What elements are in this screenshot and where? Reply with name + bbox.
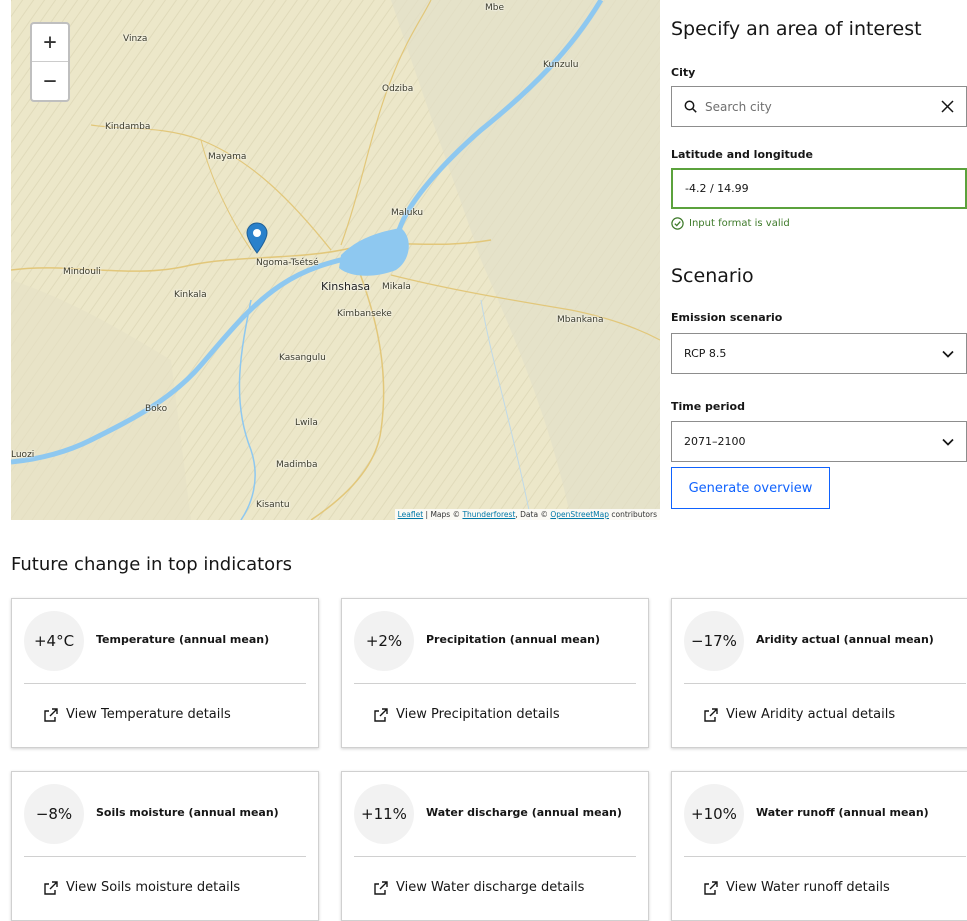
indicator-card: −17% Aridity actual (annual mean) View A…: [671, 598, 967, 748]
indicator-card: −8% Soils moisture (annual mean) View So…: [11, 771, 319, 921]
external-link-icon: [374, 707, 388, 722]
latlon-value: -4.2 / 14.99: [685, 182, 749, 195]
divider: [24, 856, 306, 857]
indicator-name: Precipitation (annual mean): [426, 633, 600, 646]
area-panel: Specify an area of interest City Search …: [671, 0, 967, 520]
attribution-text-2: , Data ©: [515, 510, 551, 519]
indicator-name: Aridity actual (annual mean): [756, 633, 934, 646]
emission-select[interactable]: RCP 8.5: [671, 333, 967, 374]
external-link-icon: [44, 880, 58, 895]
indicator-value: +10%: [684, 784, 744, 844]
divider: [684, 856, 966, 857]
period-label: Time period: [671, 400, 745, 413]
close-icon[interactable]: [941, 100, 954, 113]
map-attribution: Leaflet | Maps © Thunderforest, Data © O…: [394, 509, 660, 520]
city-search-input[interactable]: Search city: [671, 86, 967, 127]
zoom-in-button[interactable]: +: [32, 24, 68, 62]
indicator-card: +10% Water runoff (annual mean) View Wat…: [671, 771, 967, 921]
indicator-details-link[interactable]: View Aridity actual details: [704, 707, 895, 722]
place-kunzulu: Kunzulu: [543, 60, 579, 70]
place-luozi: Luozi: [11, 450, 35, 460]
latlon-label: Latitude and longitude: [671, 148, 813, 161]
place-odziba: Odziba: [382, 84, 414, 94]
map-terrain: [11, 0, 660, 520]
validation-message: Input format is valid: [671, 217, 790, 230]
generate-overview-button[interactable]: Generate overview: [671, 467, 830, 509]
checkmark-circle-icon: [671, 217, 684, 230]
place-mbankana: Mbankana: [557, 315, 604, 325]
place-vinza: Vinza: [123, 34, 148, 44]
place-kindamba: Kindamba: [105, 122, 151, 132]
divider: [24, 683, 306, 684]
indicator-card: +4°C Temperature (annual mean) View Temp…: [11, 598, 319, 748]
period-value: 2071–2100: [684, 435, 746, 448]
location-marker-icon[interactable]: [246, 222, 268, 254]
place-madimba: Madimba: [276, 460, 318, 470]
attribution-text-3: contributors: [609, 510, 657, 519]
divider: [684, 683, 966, 684]
indicator-name: Temperature (annual mean): [96, 633, 270, 646]
place-lwila: Lwila: [295, 418, 318, 428]
indicator-details-text: View Water discharge details: [396, 880, 585, 895]
indicator-name: Water runoff (annual mean): [756, 806, 929, 819]
indicator-value: +2%: [354, 611, 414, 671]
place-kinshasa: Kinshasa: [321, 280, 371, 293]
indicator-details-text: View Aridity actual details: [726, 707, 896, 722]
indicator-details-text: View Precipitation details: [396, 707, 560, 722]
indicator-details-link[interactable]: View Precipitation details: [374, 707, 560, 722]
thunderforest-link[interactable]: Thunderforest: [462, 510, 515, 519]
indicator-value: +4°C: [24, 611, 84, 671]
indicator-details-text: View Temperature details: [66, 707, 231, 722]
place-maluku: Maluku: [391, 208, 424, 218]
indicator-details-link[interactable]: View Water discharge details: [374, 880, 584, 895]
place-mbe: Mbe: [485, 3, 505, 13]
search-icon: [684, 100, 697, 113]
latlon-input[interactable]: -4.2 / 14.99: [671, 168, 967, 209]
period-select[interactable]: 2071–2100: [671, 421, 967, 462]
area-title: Specify an area of interest: [671, 18, 922, 40]
indicator-value: +11%: [354, 784, 414, 844]
chevron-down-icon: [942, 438, 954, 446]
place-mikala: Mikala: [382, 282, 411, 292]
scenario-title: Scenario: [671, 265, 754, 287]
indicator-details-link[interactable]: View Temperature details: [44, 707, 231, 722]
attribution-text-1: | Maps ©: [423, 510, 463, 519]
external-link-icon: [704, 707, 718, 722]
indicator-details-text: View Water runoff details: [726, 880, 890, 895]
divider: [354, 683, 636, 684]
indicator-name: Soils moisture (annual mean): [96, 806, 279, 819]
map[interactable]: Vinza Mbe Kunzulu Odziba Kindamba Mayama…: [11, 0, 660, 520]
external-link-icon: [704, 880, 718, 895]
indicator-card: +2% Precipitation (annual mean) View Pre…: [341, 598, 649, 748]
zoom-control: + −: [30, 22, 70, 102]
openstreetmap-link[interactable]: OpenStreetMap: [550, 510, 609, 519]
indicator-details-link[interactable]: View Water runoff details: [704, 880, 890, 895]
indicator-card: +11% Water discharge (annual mean) View …: [341, 771, 649, 921]
place-kisantu: Kisantu: [256, 500, 290, 510]
indicator-value: −17%: [684, 611, 744, 671]
external-link-icon: [374, 880, 388, 895]
city-search-placeholder: Search city: [705, 99, 772, 114]
zoom-out-button[interactable]: −: [32, 62, 68, 100]
indicator-details-text: View Soils moisture details: [66, 880, 241, 895]
emission-value: RCP 8.5: [684, 347, 727, 360]
indicator-name: Water discharge (annual mean): [426, 806, 622, 819]
indicator-value: −8%: [24, 784, 84, 844]
emission-label: Emission scenario: [671, 311, 783, 324]
indicator-details-link[interactable]: View Soils moisture details: [44, 880, 240, 895]
place-kimbanseke: Kimbanseke: [337, 309, 392, 319]
chevron-down-icon: [942, 350, 954, 358]
leaflet-link[interactable]: Leaflet: [398, 510, 424, 519]
place-mayama: Mayama: [208, 152, 247, 162]
validation-text: Input format is valid: [689, 218, 790, 229]
external-link-icon: [44, 707, 58, 722]
place-kasangulu: Kasangulu: [279, 353, 326, 363]
place-kinkala: Kinkala: [174, 290, 207, 300]
divider: [354, 856, 636, 857]
place-ngoma-tsetse: Ngoma-Tsétsé: [256, 258, 319, 268]
place-mindouli: Mindouli: [63, 267, 101, 277]
city-label: City: [671, 66, 696, 79]
indicators-title: Future change in top indicators: [11, 554, 292, 575]
place-boko: Boko: [145, 404, 168, 414]
